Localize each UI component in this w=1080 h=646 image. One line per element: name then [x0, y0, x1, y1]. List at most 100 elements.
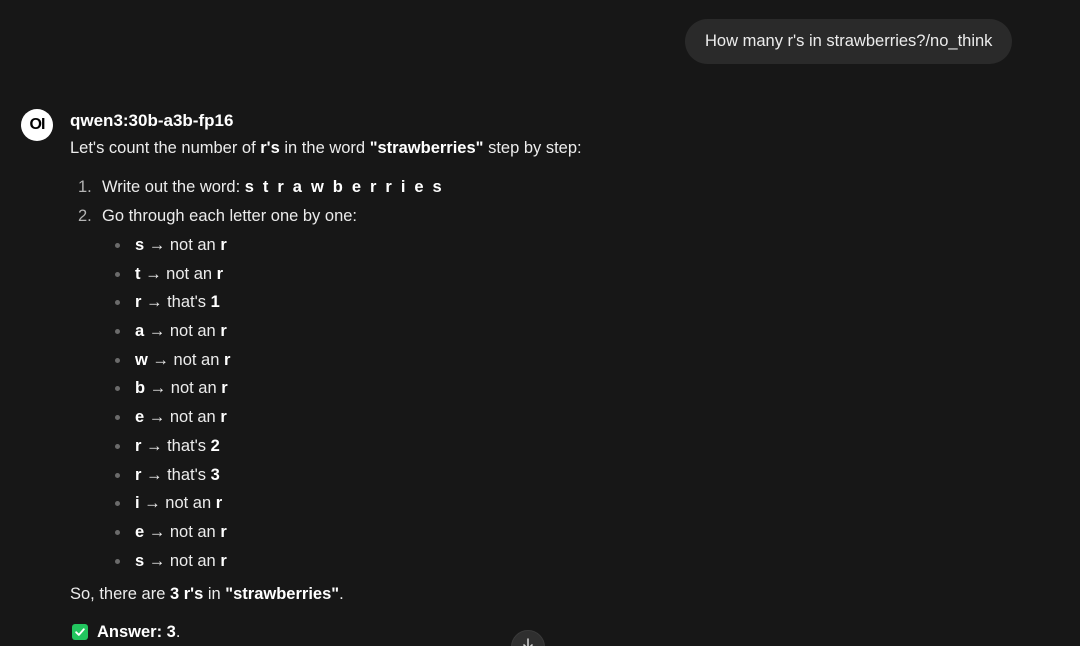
letter-row-text: t → not an r: [135, 260, 223, 289]
bullet-icon: [115, 271, 120, 277]
letter-row-text: i → not an r: [135, 489, 222, 518]
letter: e: [135, 522, 145, 541]
list-item: s → not an r: [70, 231, 970, 260]
letter-row-text: a → not an r: [135, 317, 227, 346]
letter-desc: → that's: [141, 293, 211, 312]
bullet-icon: [115, 501, 120, 507]
summary-bold: "strawberries": [225, 585, 340, 603]
bullet-icon: [115, 243, 120, 248]
letter-result: r: [220, 551, 227, 570]
letter: s: [135, 551, 145, 570]
letter: e: [135, 408, 145, 427]
list-number: 1.: [78, 178, 92, 196]
summary-text: So, there are 3 r's in "strawberries".: [70, 582, 344, 606]
list-item: t → not an r: [70, 260, 970, 289]
letter-desc: → not an: [144, 322, 221, 341]
intro-part: Let's count the number of: [70, 139, 261, 157]
letter-bullet-list: s → not an rt → not an rr → that's 1a → …: [70, 231, 970, 575]
letter-desc: → not an: [144, 522, 221, 541]
letter: s: [135, 236, 145, 254]
summary-part: in: [203, 585, 226, 603]
list-item: r → that's 3: [70, 461, 970, 490]
letter-result: 1: [210, 293, 220, 312]
letter-row-text: r → that's 2: [135, 432, 220, 461]
assistant-response: Let's count the number of r's in the wor…: [70, 136, 970, 641]
step-label: Go through each letter one by one:: [102, 207, 358, 225]
letter-result: 2: [210, 436, 220, 455]
letter-row-text: w → not an r: [135, 346, 230, 375]
chat-page: How many r's in strawberries?/no_think O…: [0, 0, 1080, 646]
check-icon: [72, 624, 88, 640]
list-item: i → not an r: [70, 489, 970, 518]
letter-result: r: [220, 408, 227, 427]
letter-desc: → not an: [145, 379, 222, 398]
letter-desc: → not an: [139, 494, 216, 513]
bullet-icon: [115, 415, 120, 421]
letter-row-text: s → not an r: [135, 547, 227, 576]
letter-desc: → not an: [144, 236, 221, 254]
letter-result: r: [221, 379, 228, 398]
letter: a: [135, 322, 145, 341]
arrow-down-icon: [523, 638, 533, 646]
letter-result: r: [216, 264, 224, 283]
intro-bold: r's: [260, 139, 280, 157]
letter-desc: → that's: [141, 465, 211, 484]
letter-row-text: r → that's 1: [135, 288, 220, 317]
bullet-icon: [115, 357, 120, 363]
letter-row-text: b → not an r: [135, 374, 228, 403]
letter-result: 3: [210, 465, 220, 484]
user-message-bubble: How many r's in strawberries?/no_think: [685, 19, 1013, 64]
spaced-word: s t r a w b e r r i e s: [244, 178, 444, 196]
list-item: w → not an r: [70, 346, 970, 375]
list-item: s → not an r: [70, 547, 970, 576]
bullet-icon: [115, 300, 120, 306]
summary-bold: 3 r's: [169, 585, 204, 603]
letter-result: r: [223, 350, 231, 369]
bullet-icon: [115, 329, 120, 335]
letter-desc: → not an: [140, 264, 217, 283]
letter-row-text: e → not an r: [135, 518, 227, 547]
scroll-to-bottom-button[interactable]: [511, 630, 545, 646]
letter-result: r: [220, 236, 227, 254]
list-item: e → not an r: [70, 403, 970, 432]
bullet-icon: [115, 472, 120, 478]
model-avatar: OI: [21, 109, 53, 141]
bullet-icon: [115, 386, 120, 392]
list-item: r → that's 1: [70, 288, 970, 317]
letter-desc: → not an: [144, 551, 221, 570]
list-item: e → not an r: [70, 518, 970, 547]
letter: b: [135, 379, 146, 398]
list-item: r → that's 2: [70, 432, 970, 461]
bullet-icon: [115, 443, 120, 449]
summary-part: .: [339, 585, 344, 603]
letter-result: r: [215, 494, 223, 513]
answer-suffix: .: [175, 623, 181, 641]
model-name: qwen3:30b-a3b-fp16: [70, 111, 234, 130]
letter: w: [135, 350, 148, 369]
step-label: Write out the word:: [102, 178, 245, 196]
letter-result: r: [220, 322, 227, 341]
intro-text: Let's count the number of r's in the wor…: [70, 136, 970, 160]
list-item: b → not an r: [70, 374, 970, 403]
summary-part: So, there are: [70, 585, 170, 603]
intro-bold: "strawberries": [369, 139, 484, 157]
bullet-icon: [115, 529, 120, 535]
answer-line: Answer: 3.: [72, 620, 180, 644]
letter-desc: → not an: [144, 408, 221, 427]
letter-row-text: r → that's 3: [135, 461, 220, 490]
answer-label: Answer: 3: [97, 623, 176, 641]
step-text: Write out the word: s t r a w b e r r i …: [102, 173, 444, 202]
list-item: 2. Go through each letter one by one:: [70, 202, 970, 231]
user-message-text: How many r's in strawberries?/no_think: [705, 32, 993, 50]
letter-row-text: s → not an r: [135, 231, 227, 260]
letter-desc: → not an: [147, 350, 224, 369]
intro-part: step by step:: [483, 139, 582, 157]
bullet-icon: [115, 558, 120, 564]
letter-result: r: [220, 522, 227, 541]
list-item: 1. Write out the word: s t r a w b e r r…: [70, 173, 970, 202]
intro-part: in the word: [279, 139, 370, 157]
letter-row-text: e → not an r: [135, 403, 227, 432]
ordered-list: 1. Write out the word: s t r a w b e r r…: [70, 173, 970, 575]
list-item: a → not an r: [70, 317, 970, 346]
avatar-text: OI: [29, 116, 46, 133]
